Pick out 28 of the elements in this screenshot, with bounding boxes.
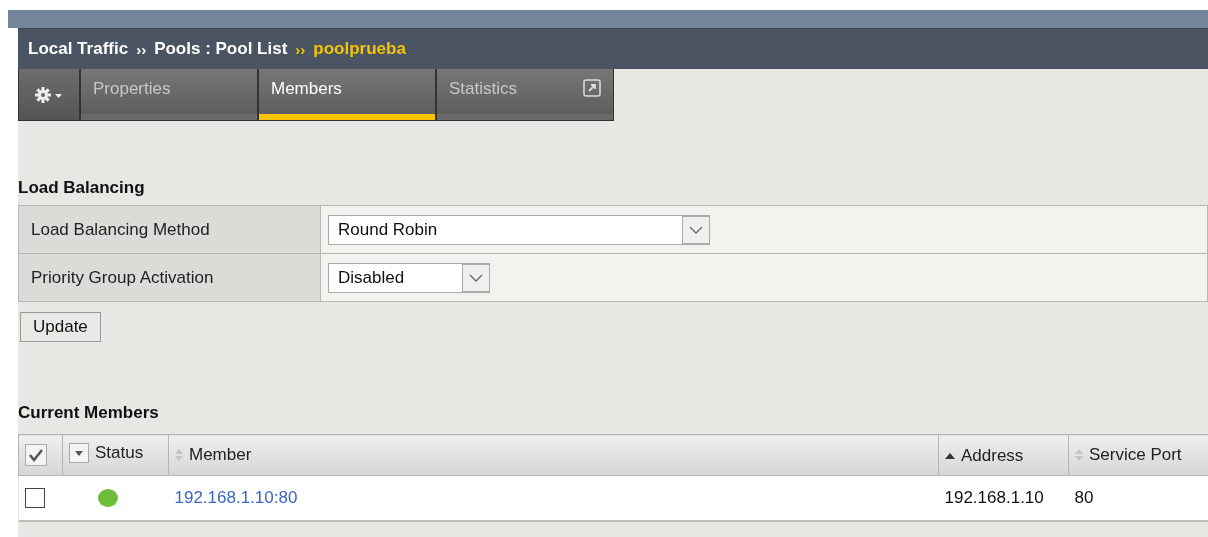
table-cell: 80 <box>1068 475 1208 521</box>
dropdown[interactable]: Round Robin <box>328 214 710 245</box>
popout-icon[interactable] <box>583 79 601 97</box>
sort-icon <box>1075 448 1083 461</box>
sort-ascending-icon <box>945 453 955 459</box>
gear-menu-button[interactable] <box>19 69 79 120</box>
gear-icon <box>34 85 64 104</box>
table-cell: 192.168.1.10 <box>938 475 1069 521</box>
breadcrumb-link[interactable]: Pools : Pool List <box>154 39 288 59</box>
dropdown[interactable]: Disabled <box>328 262 490 293</box>
update-button[interactable]: Update <box>20 312 101 342</box>
breadcrumb-link[interactable]: Local Traffic <box>28 39 129 59</box>
breadcrumb-separator: ›› <box>136 40 147 58</box>
chevron-down-icon <box>689 225 703 234</box>
dropdown-icon[interactable] <box>69 442 89 463</box>
breadcrumb-separator: ›› <box>295 40 306 58</box>
sort-icon <box>175 448 183 461</box>
field-label: Priority Group Activation <box>18 253 321 302</box>
chevron-down-icon <box>469 273 483 282</box>
checkbox[interactable] <box>24 488 45 509</box>
select-all-icon[interactable] <box>25 444 47 466</box>
column-header[interactable]: Member <box>189 444 252 465</box>
breadcrumb-current: poolprueba <box>313 39 406 59</box>
section-title: Current Members <box>18 402 160 424</box>
member-link[interactable]: 192.168.1.10:80 <box>174 488 298 507</box>
section-title: Load Balancing <box>18 177 146 199</box>
tab[interactable]: Members <box>259 69 435 120</box>
field-label: Load Balancing Method <box>18 205 321 254</box>
